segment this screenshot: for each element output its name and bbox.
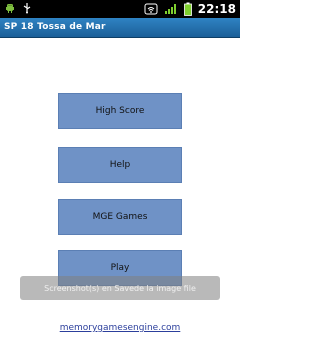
website-link[interactable]: memorygamesengine.com (0, 323, 240, 333)
battery-icon (183, 2, 192, 16)
help-label: Help (109, 160, 131, 170)
android-icon (4, 2, 16, 14)
help-button[interactable]: Help (58, 147, 182, 183)
high-score-button[interactable]: High Score (58, 93, 182, 129)
clock-time: 22:18 (197, 2, 236, 16)
mge-games-button[interactable]: MGE Games (58, 199, 182, 235)
title-bar: SP 18 Tossa de Mar (0, 18, 240, 38)
usb-icon (22, 2, 32, 14)
status-right: 22:18 (144, 1, 236, 17)
status-left (4, 2, 32, 14)
app-title: SP 18 Tossa de Mar (4, 22, 106, 32)
play-label: Play (110, 263, 130, 273)
high-score-label: High Score (95, 106, 145, 116)
toast-text: Screenshot(s) en Savede la image file (44, 283, 196, 293)
status-bar: 22:18 (0, 0, 240, 18)
toast-message: Screenshot(s) en Savede la image file (20, 276, 220, 300)
signal-icon (164, 3, 178, 15)
wifi-icon (144, 2, 158, 16)
app-screen: 22:18 SP 18 Tossa de Mar High Score Help… (0, 0, 240, 360)
mge-games-label: MGE Games (92, 212, 148, 222)
